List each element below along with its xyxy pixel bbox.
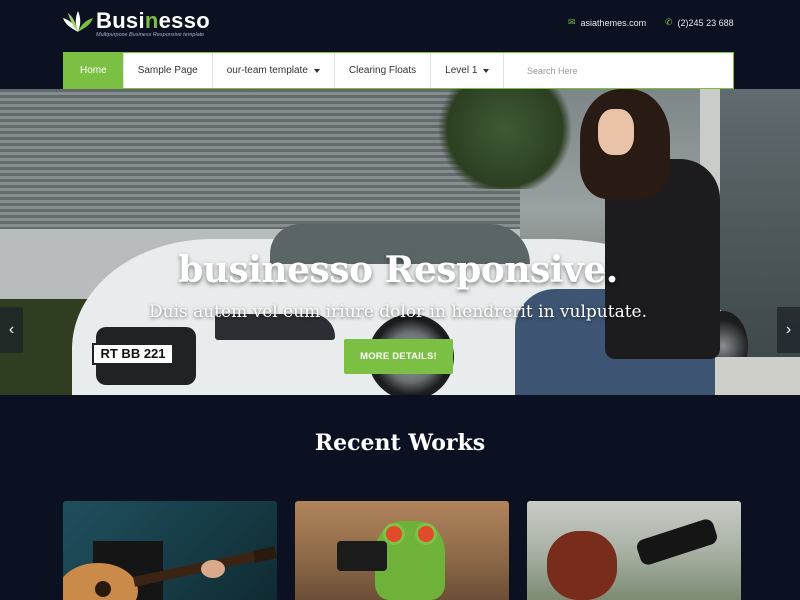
phone-text: (2)245 23 688 [677,17,734,28]
frog-eye-left [383,523,405,545]
hero-background-tree [430,89,580,189]
slider-prev-button[interactable]: ‹ [0,307,23,353]
frog-eye-right [415,523,437,545]
camera-icon [337,541,387,571]
chevron-right-icon: › [785,321,792,338]
email-text: asiathemes.com [580,17,647,28]
camera-lens [634,517,720,567]
search-input[interactable] [527,65,707,76]
nav-label: Sample Page [137,65,198,76]
hero-title: businesso Responsive. [178,249,618,291]
nav-item-sample-page[interactable]: Sample Page [124,53,213,88]
brand-tagline: Multipurpose Business Responsive templat… [96,32,205,38]
site-logo[interactable]: Businesso Multipurpose Business Responsi… [62,8,222,42]
recent-works-title: Recent Works [314,430,486,456]
caret-down-icon [313,68,320,73]
caret-down-icon [483,68,490,73]
work-card-frog[interactable] [295,501,509,600]
envelope-icon: ✉ [568,17,576,27]
nav-item-clearing-floats[interactable]: Clearing Floats [335,53,432,88]
slider-next-button[interactable]: › [777,307,800,353]
hero-subtitle: Duis autem vel eum iriure dolor in hendr… [148,302,648,322]
license-plate: RT BB 221 [92,343,174,365]
photographer-figure [547,531,617,600]
phone-icon: ✆ [665,17,673,27]
hero-slider: RT BB 221 businesso Responsive. Duis aut… [0,89,800,395]
nav-label: our-team template [226,65,308,76]
nav-label: Level 1 [445,65,478,76]
guitar-image [63,541,277,600]
nav-item-home[interactable]: Home [64,53,124,88]
nav-label: Home [80,65,107,76]
nav-item-our-team-template[interactable]: our-team template [213,53,335,88]
chevron-left-icon: ‹ [8,321,15,338]
more-details-button[interactable]: MORE DETAILS! [344,339,453,374]
contact-phone[interactable]: ✆ (2)245 23 688 [665,17,734,28]
nav-label: Clearing Floats [348,65,417,76]
leaf-logo-icon [63,11,93,32]
contact-email[interactable]: ✉ asiathemes.com [568,17,646,28]
work-card-photographer[interactable] [527,501,741,600]
search-box [503,53,733,88]
main-navigation: Home Sample Page our-team template Clear… [63,52,734,89]
nav-item-level-1[interactable]: Level 1 [431,53,505,88]
brand-name: Businesso [96,8,210,33]
work-card-guitar[interactable] [63,501,277,600]
hero-woman-face [598,109,634,155]
